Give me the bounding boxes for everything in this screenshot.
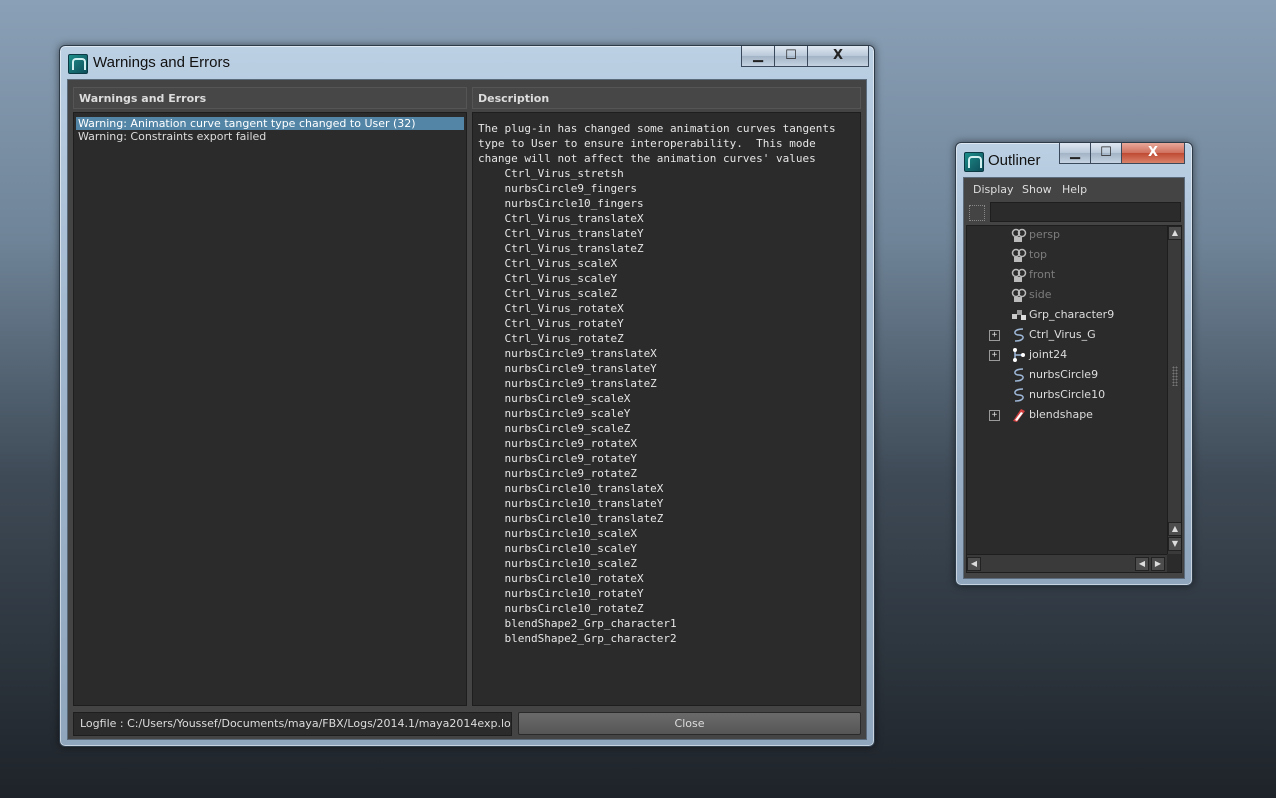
camera-icon bbox=[1011, 267, 1027, 283]
expand-icon[interactable]: + bbox=[989, 410, 1000, 421]
maya-app-icon bbox=[964, 152, 984, 172]
minimize-button[interactable]: ▁ bbox=[1059, 143, 1091, 164]
close-window-button[interactable]: X bbox=[1121, 143, 1185, 164]
scroll-down-arrow-icon[interactable]: ▼ bbox=[1168, 537, 1181, 551]
horizontal-scrollbar[interactable]: ◀ ◀ ▶ bbox=[967, 554, 1167, 572]
outliner-node-label: nurbsCircle9 bbox=[1029, 368, 1099, 381]
menu-show[interactable]: Show bbox=[1022, 180, 1052, 200]
warnings-window: Warnings and Errors ▁ ☐ X Warnings and E… bbox=[59, 45, 875, 747]
outliner-node[interactable]: front bbox=[967, 266, 1167, 286]
scroll-left-arrow-icon[interactable]: ◀ bbox=[967, 557, 981, 571]
outliner-node[interactable]: top bbox=[967, 246, 1167, 266]
outliner-node[interactable]: Grp_character9 bbox=[967, 306, 1167, 326]
outliner-node[interactable]: side bbox=[967, 286, 1167, 306]
maya-app-icon bbox=[68, 54, 88, 74]
curve-icon bbox=[1011, 367, 1027, 383]
outliner-node-label: blendshape bbox=[1029, 408, 1093, 421]
close-button[interactable]: Close bbox=[518, 712, 861, 735]
close-window-button[interactable]: X bbox=[807, 46, 869, 67]
expand-icon[interactable]: + bbox=[989, 330, 1000, 341]
outliner-titlebar[interactable]: Outliner ▁ ☐ X bbox=[956, 143, 1192, 175]
outliner-node[interactable]: nurbsCircle9 bbox=[967, 366, 1167, 386]
warnings-list-header: Warnings and Errors bbox=[73, 87, 467, 109]
curve-icon bbox=[1011, 327, 1027, 343]
description-panel[interactable]: The plug-in has changed some animation c… bbox=[472, 112, 861, 706]
scroll-up-arrow-icon[interactable]: ▲ bbox=[1168, 522, 1181, 536]
outliner-node[interactable]: persp bbox=[967, 226, 1167, 246]
group-icon bbox=[1011, 307, 1027, 323]
filter-icon[interactable] bbox=[969, 205, 985, 221]
maximize-button[interactable]: ☐ bbox=[774, 46, 808, 67]
menu-display[interactable]: Display bbox=[973, 180, 1014, 200]
outliner-node[interactable]: + blendshape bbox=[967, 406, 1167, 426]
outliner-menubar: Display Show Help bbox=[964, 180, 1184, 200]
outliner-window: Outliner ▁ ☐ X Display Show Help persp to… bbox=[955, 142, 1193, 586]
maximize-button[interactable]: ☐ bbox=[1090, 143, 1122, 164]
scroll-left-arrow-icon[interactable]: ◀ bbox=[1135, 557, 1149, 571]
camera-icon bbox=[1011, 287, 1027, 303]
camera-icon bbox=[1011, 247, 1027, 263]
outliner-node-label: Ctrl_Virus_G bbox=[1029, 328, 1096, 341]
description-header: Description bbox=[472, 87, 861, 109]
outliner-node[interactable]: + Ctrl_Virus_G bbox=[967, 326, 1167, 346]
scroll-right-arrow-icon[interactable]: ▶ bbox=[1151, 557, 1165, 571]
warnings-client-area: Warnings and Errors Warning: Animation c… bbox=[67, 79, 867, 740]
outliner-node[interactable]: + joint24 bbox=[967, 346, 1167, 366]
scroll-grip-icon[interactable] bbox=[1172, 366, 1178, 386]
outliner-tree[interactable]: persp top front side Grp_character9 + Ctrl_Vir… bbox=[966, 225, 1182, 573]
minimize-button[interactable]: ▁ bbox=[741, 46, 775, 67]
outliner-node-label: front bbox=[1029, 268, 1056, 281]
camera-icon bbox=[1011, 227, 1027, 243]
warning-item-tangent[interactable]: Warning: Animation curve tangent type ch… bbox=[76, 117, 464, 130]
outliner-client-area: Display Show Help persp top front side Grp_c… bbox=[963, 177, 1185, 579]
outliner-node[interactable]: nurbsCircle10 bbox=[967, 386, 1167, 406]
warning-item-constraints[interactable]: Warning: Constraints export failed bbox=[76, 130, 464, 143]
logfile-path: Logfile : C:/Users/Youssef/Documents/may… bbox=[73, 712, 512, 736]
curve-icon bbox=[1011, 387, 1027, 403]
blendshape-icon bbox=[1011, 407, 1027, 423]
warnings-list[interactable]: Warning: Animation curve tangent type ch… bbox=[73, 112, 467, 706]
vertical-scrollbar[interactable]: ▲ ▲ ▼ bbox=[1167, 226, 1181, 554]
search-input[interactable] bbox=[990, 202, 1181, 222]
warnings-titlebar[interactable]: Warnings and Errors ▁ ☐ X bbox=[60, 46, 874, 78]
expand-icon[interactable]: + bbox=[989, 350, 1000, 361]
menu-help[interactable]: Help bbox=[1062, 180, 1087, 200]
outliner-node-label: Grp_character9 bbox=[1029, 308, 1115, 321]
outliner-node-label: side bbox=[1029, 288, 1052, 301]
outliner-node-label: nurbsCircle10 bbox=[1029, 388, 1106, 401]
outliner-node-label: top bbox=[1029, 248, 1048, 261]
description-text: The plug-in has changed some animation c… bbox=[478, 122, 836, 645]
joint-icon bbox=[1011, 347, 1027, 363]
window-title: Warnings and Errors bbox=[93, 54, 230, 71]
outliner-title: Outliner bbox=[988, 152, 1041, 169]
scroll-up-arrow-icon[interactable]: ▲ bbox=[1168, 226, 1181, 240]
outliner-node-label: persp bbox=[1029, 228, 1060, 241]
outliner-node-label: joint24 bbox=[1029, 348, 1068, 361]
